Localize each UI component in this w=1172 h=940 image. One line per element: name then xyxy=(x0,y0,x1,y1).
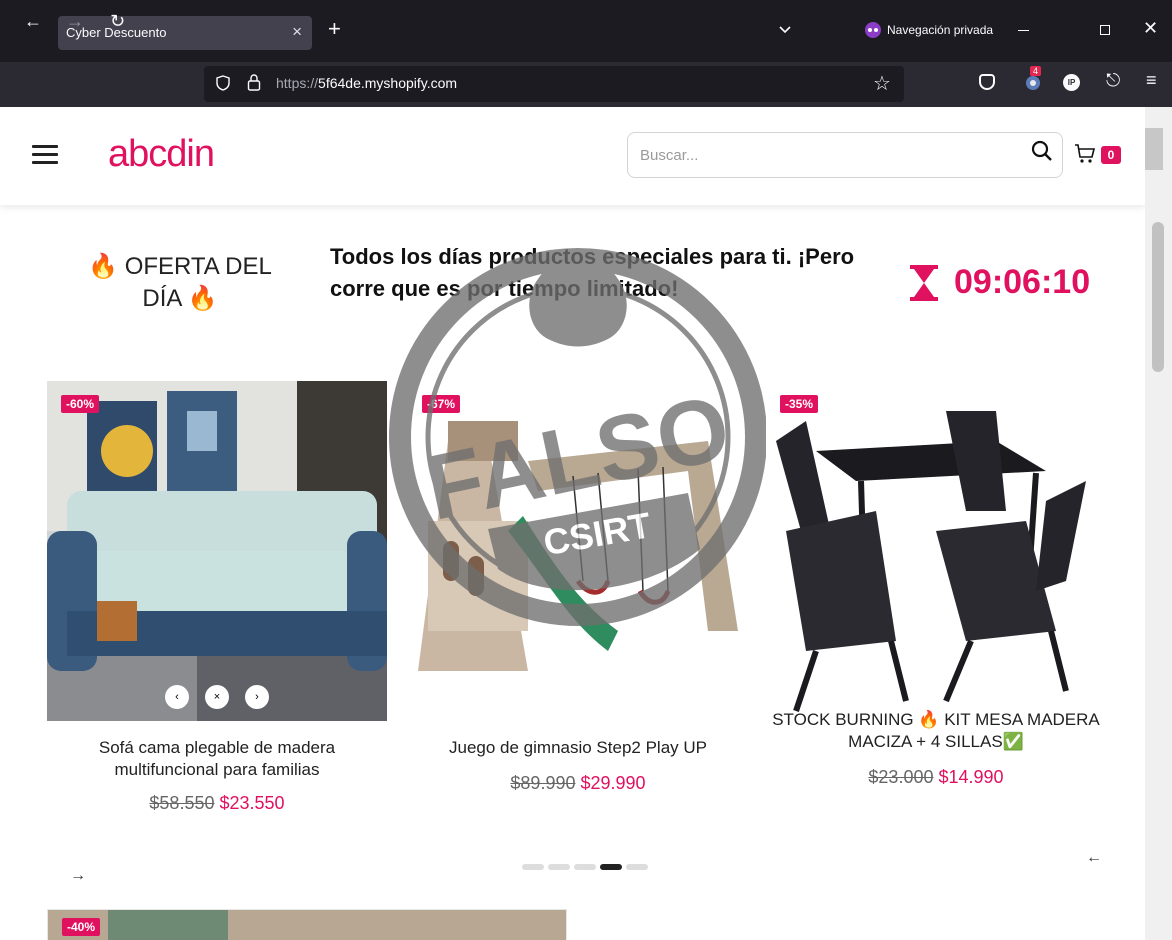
product-image-table[interactable]: -35% xyxy=(766,381,1106,721)
image-prev-icon[interactable]: ‹ xyxy=(165,685,189,709)
browser-tab-active[interactable]: Cyber Descuento × xyxy=(58,16,312,50)
hamburger-menu-icon[interactable] xyxy=(32,145,58,165)
new-price: $14.990 xyxy=(938,767,1004,787)
hourglass-icon xyxy=(910,264,938,301)
tracking-shield-icon[interactable] xyxy=(216,75,230,91)
discount-badge: -40% xyxy=(62,918,101,936)
old-price: $58.550 xyxy=(149,793,215,813)
header-scroll-thumb[interactable] xyxy=(1145,128,1163,170)
search-box xyxy=(627,132,1063,178)
site-header: abcdin 0 xyxy=(0,107,1145,205)
deal-of-day-heading: 🔥 OFERTA DEL DÍA 🔥 xyxy=(88,253,272,312)
cart-icon[interactable] xyxy=(1073,142,1097,166)
product-price: $58.550 $23.550 xyxy=(47,793,387,814)
discount-badge: -60% xyxy=(61,395,100,413)
forward-arrow-icon[interactable]: → xyxy=(66,11,84,31)
image-controls: ‹ × › xyxy=(165,685,269,709)
extension-badge: 4 xyxy=(1030,66,1042,76)
countdown-value: 09:06:10 xyxy=(954,263,1091,301)
app-menu-icon[interactable]: ≡ xyxy=(1146,70,1157,91)
product-price: $23.000 $14.990 xyxy=(766,767,1106,788)
new-tab-icon[interactable]: + xyxy=(328,18,341,40)
discount-badge: -67% xyxy=(422,395,461,413)
old-price: $23.000 xyxy=(868,767,934,787)
cart-count-badge: 0 xyxy=(1101,146,1121,164)
carousel-dot[interactable] xyxy=(522,864,544,870)
url-text[interactable]: https://5f64de.myshopify.com xyxy=(276,75,457,91)
reload-icon[interactable]: ↻ xyxy=(110,11,125,31)
carousel-next-arrow-icon[interactable]: → xyxy=(70,867,86,885)
discount-badge: -35% xyxy=(780,395,819,413)
new-price: $29.990 xyxy=(580,773,646,793)
window-maximize-icon[interactable] xyxy=(1100,25,1110,35)
image-next-icon[interactable]: › xyxy=(245,685,269,709)
promo-message: Todos los días productos especiales para… xyxy=(330,244,855,301)
private-browsing-label: Navegación privada xyxy=(887,23,994,37)
pocket-icon[interactable] xyxy=(979,74,995,90)
countdown-timer: 09:06:10 xyxy=(908,263,1090,302)
product-title[interactable]: Juego de gimnasio Step2 Play UP xyxy=(408,737,748,759)
product-price: $89.990 $29.990 xyxy=(408,773,748,794)
back-arrow-icon[interactable]: ← xyxy=(24,11,42,31)
carousel-dot-active[interactable] xyxy=(600,864,622,870)
search-icon[interactable] xyxy=(1030,139,1054,163)
search-input[interactable] xyxy=(640,143,1010,167)
product-title[interactable]: Sofá cama plegable de madera multifuncio… xyxy=(47,737,387,781)
window-close-icon[interactable]: ✕ xyxy=(1143,18,1158,39)
window-minimize-icon[interactable] xyxy=(1018,30,1029,31)
site-logo[interactable]: abcdin xyxy=(108,133,215,176)
bookmark-star-icon[interactable]: ☆ xyxy=(873,71,891,96)
carousel-dot[interactable] xyxy=(574,864,596,870)
old-price: $89.990 xyxy=(510,773,576,793)
tab-list-chevron-icon[interactable] xyxy=(778,22,792,36)
private-browsing-indicator: Navegación privada xyxy=(865,22,993,38)
product-image-gym[interactable]: -67% xyxy=(408,381,748,721)
private-mask-icon xyxy=(865,22,881,38)
product-title[interactable]: STOCK BURNING 🔥 KIT MESA MADERA MACIZA +… xyxy=(766,709,1106,753)
ip-extension-icon[interactable]: IP xyxy=(1063,74,1080,91)
lock-icon[interactable] xyxy=(247,73,261,91)
web-page: abcdin 0 🔥 OFERTA DEL DÍA 🔥 Todos los dí… xyxy=(0,107,1145,940)
product-card-next[interactable]: -40% xyxy=(47,909,567,940)
carousel-dot[interactable] xyxy=(548,864,570,870)
page-scroll-thumb[interactable] xyxy=(1152,222,1164,372)
carousel-dot[interactable] xyxy=(626,864,648,870)
new-price: $23.550 xyxy=(219,793,285,813)
image-close-icon[interactable]: × xyxy=(205,685,229,709)
tab-close-icon[interactable]: × xyxy=(292,22,302,42)
extensions-puzzle-icon[interactable]: ⎋ xyxy=(1106,70,1120,91)
carousel-dots xyxy=(522,864,648,870)
carousel-prev-arrow-icon[interactable]: ← xyxy=(1086,849,1102,867)
product-image-sofa[interactable]: -60% ‹ × › xyxy=(47,381,387,721)
